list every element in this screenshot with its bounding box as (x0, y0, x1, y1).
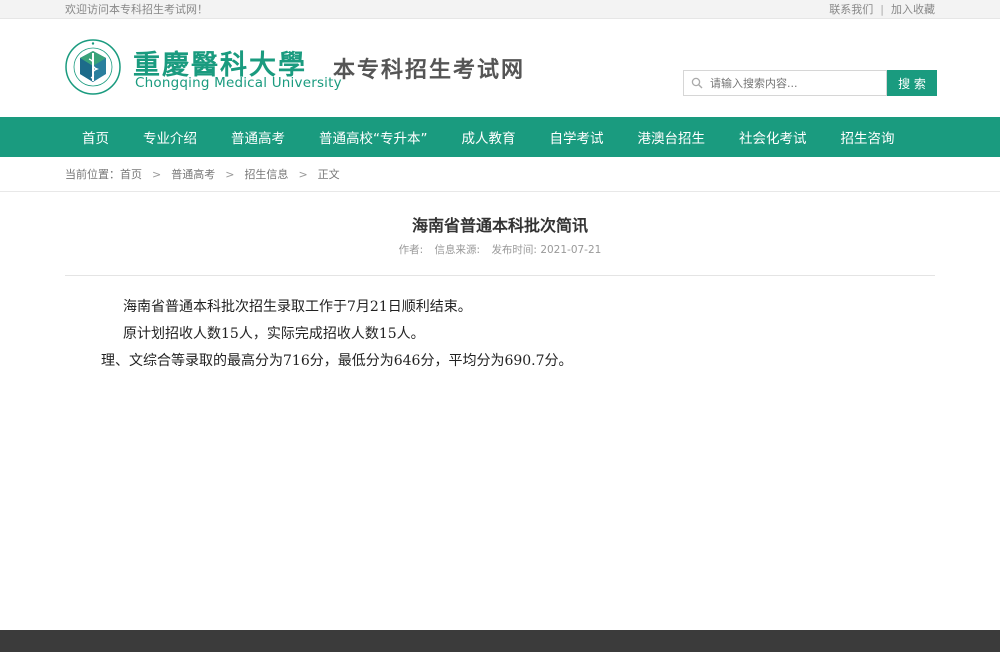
main-nav: 首页 专业介绍 普通高考 普通高校“专升本” 成人教育 自学考试 港澳台招生 社… (0, 117, 1000, 157)
search-box (683, 70, 887, 96)
breadcrumb-separator: > (225, 167, 235, 181)
article-meta: 作者: 信息来源: 发布时间: 2021-07-21 (65, 242, 935, 257)
university-name-en: Chongqing Medical University (135, 75, 342, 91)
article-author: 作者: (398, 244, 424, 256)
site-footer (0, 630, 1000, 652)
breadcrumb-admission-info[interactable]: 招生信息 (244, 166, 288, 182)
article-paragraph: 原计划招收人数15人，实际完成招收人数15人。 (123, 326, 425, 342)
nav-item-majors[interactable]: 专业介绍 (126, 127, 214, 147)
article-paragraph: 海南省普通本科批次招生录取工作于7月21日顺利结束。 (123, 299, 472, 315)
nav-item-adult-education[interactable]: 成人教育 (445, 127, 533, 147)
article-paragraph: 理、文综合等录取的最高分为716分，最低分为646分，平均分为690.7分。 (101, 353, 573, 369)
breadcrumb-prefix: 当前位置： (65, 168, 120, 181)
nav-item-upgrade[interactable]: 普通高校“专升本” (302, 127, 445, 147)
search-icon (684, 77, 710, 89)
article-body: 海南省普通本科批次招生录取工作于7月21日顺利结束。 原计划招收人数15人，实际… (65, 294, 935, 375)
article-title: 海南省普通本科批次简讯 (411, 216, 588, 235)
add-favorite-link[interactable]: 加入收藏 (891, 1, 935, 17)
nav-item-gaokao[interactable]: 普通高考 (214, 127, 302, 147)
footer-text (0, 630, 1000, 644)
site-title: 本专科招生考试网 (333, 57, 526, 83)
article-divider (65, 275, 935, 276)
breadcrumb: 当前位置： 首页 > 普通高考 > 招生信息 > 正文 (0, 157, 1000, 192)
breadcrumb-gaokao[interactable]: 普通高考 (171, 166, 215, 182)
welcome-text: 欢迎访问本专科招生考试网！ (65, 3, 208, 16)
contact-us-link[interactable]: 联系我们 (829, 1, 873, 17)
breadcrumb-current: 正文 (317, 168, 340, 181)
breadcrumb-separator: > (152, 167, 162, 181)
article: 海南省普通本科批次简讯 作者: 信息来源: 发布时间: 2021-07-21 海… (65, 212, 935, 375)
nav-item-hk-macau-taiwan[interactable]: 港澳台招生 (621, 127, 723, 147)
article-date: 发布时间: 2021-07-21 (491, 244, 602, 256)
top-link-separator: | (880, 2, 884, 16)
breadcrumb-home[interactable]: 首页 (120, 166, 142, 182)
nav-item-admission-consult[interactable]: 招生咨询 (824, 127, 912, 147)
site-header: 重慶醫科大學 Chongqing Medical University 本专科招… (0, 19, 1000, 117)
nav-item-social-exams[interactable]: 社会化考试 (722, 127, 824, 147)
university-emblem-logo[interactable] (65, 39, 121, 95)
nav-item-home[interactable]: 首页 (65, 127, 126, 147)
article-source: 信息来源: (434, 244, 481, 256)
search-form: 搜 索 (683, 70, 937, 96)
top-links: 联系我们 | 加入收藏 (829, 1, 935, 17)
search-input[interactable] (710, 76, 880, 90)
top-bar: 欢迎访问本专科招生考试网！ 联系我们 | 加入收藏 (0, 0, 1000, 19)
breadcrumb-separator: > (298, 167, 308, 181)
nav-item-self-study-exam[interactable]: 自学考试 (533, 127, 621, 147)
search-button[interactable]: 搜 索 (887, 70, 937, 96)
